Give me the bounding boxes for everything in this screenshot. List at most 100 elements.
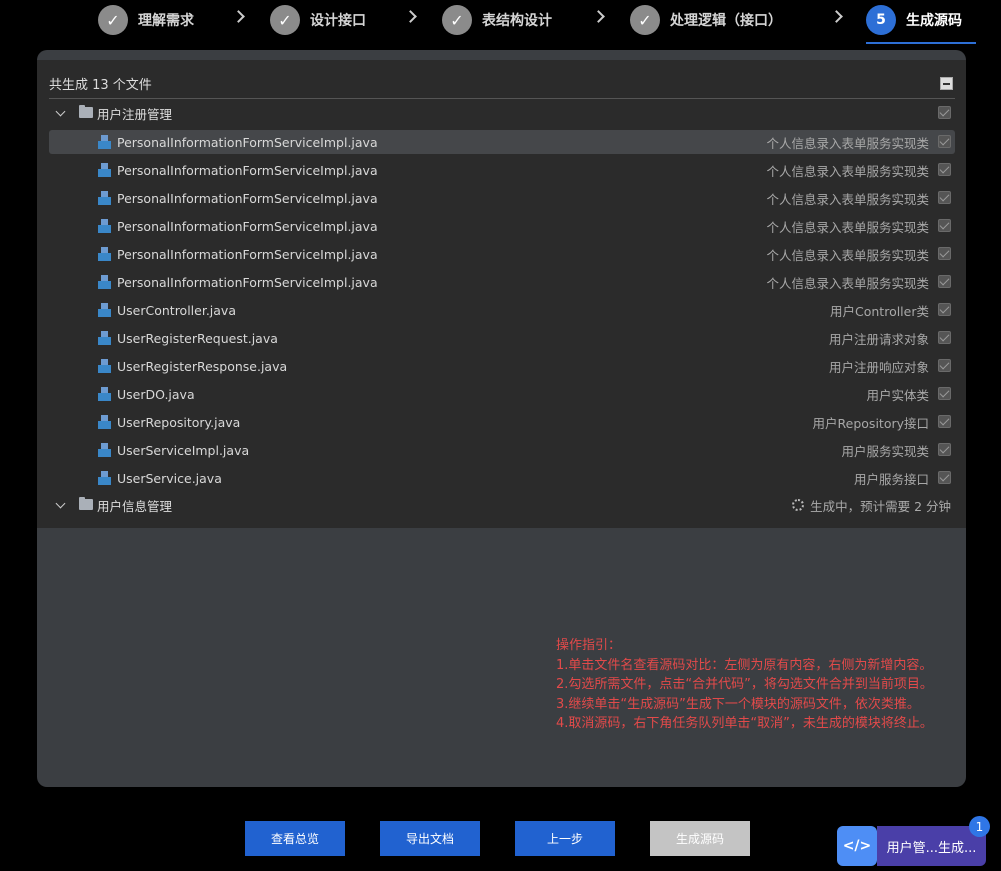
chevron-right-icon [232,10,245,23]
file-name[interactable]: UserController.java [117,303,236,318]
file-checkbox[interactable] [938,359,951,372]
file-name[interactable]: PersonalInformationFormServiceImpl.java [117,163,378,178]
file-name[interactable]: UserRegisterRequest.java [117,331,278,346]
file-row[interactable]: PersonalInformationFormServiceImpl.java … [49,158,955,182]
group-row-user-registration[interactable]: 用户注册管理 [49,101,955,125]
file-description: 用户注册响应对象 [828,359,929,375]
chevron-down-icon[interactable] [55,106,66,117]
file-checkbox[interactable] [938,219,951,232]
file-description: 个人信息录入表单服务实现类 [766,191,929,207]
check-icon: ✓ [98,5,128,35]
task-queue-widget[interactable]: </> 用户管...生成... 1 [837,816,990,866]
file-row[interactable]: UserService.java 用户服务接口 [49,466,955,490]
code-icon[interactable]: </> [837,826,877,866]
file-checkbox[interactable] [938,275,951,288]
java-file-icon [98,163,111,177]
java-file-icon [98,387,111,401]
file-checkbox[interactable] [938,247,951,260]
group-checkbox[interactable] [938,106,951,119]
check-icon: ✓ [270,5,300,35]
file-row[interactable]: UserRegisterResponse.java 用户注册响应对象 [49,354,955,378]
file-name[interactable]: PersonalInformationFormServiceImpl.java [117,247,378,262]
folder-icon [79,497,93,510]
generate-source-button[interactable]: 生成源码 [650,821,750,856]
file-name[interactable]: PersonalInformationFormServiceImpl.java [117,191,378,206]
java-file-icon [98,471,111,485]
status-text: 生成中，预计需要 2 分钟 [810,498,951,514]
folder-icon [79,105,93,118]
group-row-user-info[interactable]: 用户信息管理 生成中，预计需要 2 分钟 [49,493,955,517]
file-checkbox[interactable] [938,415,951,428]
step-table-design[interactable]: ✓ 表结构设计 [442,5,552,35]
file-checkbox[interactable] [938,387,951,400]
step-label: 表结构设计 [482,13,552,29]
file-description: 用户Controller类 [830,303,929,319]
file-checkbox[interactable] [938,163,951,176]
check-icon: ✓ [630,5,660,35]
collapse-all-button[interactable] [940,77,953,90]
file-checkbox[interactable] [938,471,951,484]
file-name[interactable]: UserRepository.java [117,415,240,430]
java-file-icon [98,275,111,289]
operation-guide: 操作指引： 1.单击文件名查看源码对比：左侧为原有内容，右侧为新增内容。 2.勾… [556,636,933,734]
step-label: 生成源码 [906,13,962,29]
file-row[interactable]: UserRepository.java 用户Repository接口 [49,410,955,434]
file-checkbox[interactable] [938,443,951,456]
file-row[interactable]: PersonalInformationFormServiceImpl.java … [49,130,955,154]
file-row[interactable]: UserDO.java 用户实体类 [49,382,955,406]
file-checkbox[interactable] [938,191,951,204]
step-label: 设计接口 [310,13,366,29]
previous-step-button[interactable]: 上一步 [515,821,615,856]
file-description: 个人信息录入表单服务实现类 [766,275,929,291]
group-name: 用户信息管理 [97,498,173,514]
active-step-indicator [866,42,976,44]
file-row[interactable]: UserController.java 用户Controller类 [49,298,955,322]
guide-line: 2.勾选所需文件，点击“合并代码”，将勾选文件合并到当前项目。 [556,677,933,692]
file-row[interactable]: PersonalInformationFormServiceImpl.java … [49,186,955,210]
check-icon: ✓ [442,5,472,35]
step-generate-source[interactable]: 5 生成源码 [866,5,962,35]
file-row[interactable]: UserRegisterRequest.java 用户注册请求对象 [49,326,955,350]
file-row[interactable]: PersonalInformationFormServiceImpl.java … [49,214,955,238]
group-name: 用户注册管理 [97,106,173,122]
java-file-icon [98,247,111,261]
file-description: 用户服务实现类 [841,443,929,459]
stepper: ✓ 理解需求 ✓ 设计接口 ✓ 表结构设计 ✓ 处理逻辑（接口） 5 生成源码 [0,0,1001,44]
step-design-interface[interactable]: ✓ 设计接口 [270,5,366,35]
file-description: 用户注册请求对象 [828,331,929,347]
file-count-summary: 共生成 13 个文件 [49,78,152,93]
loading-spinner-icon [792,499,805,511]
file-checkbox[interactable] [938,303,951,316]
file-name[interactable]: UserServiceImpl.java [117,443,249,458]
chevron-down-icon[interactable] [55,498,66,509]
file-name[interactable]: PersonalInformationFormServiceImpl.java [117,135,378,150]
file-name[interactable]: UserDO.java [117,387,195,402]
file-description: 用户服务接口 [853,471,929,487]
file-name[interactable]: PersonalInformationFormServiceImpl.java [117,219,378,234]
file-name[interactable]: PersonalInformationFormServiceImpl.java [117,275,378,290]
view-overview-button[interactable]: 查看总览 [245,821,345,856]
java-file-icon [98,331,111,345]
guide-line: 1.单击文件名查看源码对比：左侧为原有内容，右侧为新增内容。 [556,657,933,673]
file-checkbox[interactable] [938,331,951,344]
file-checkbox[interactable] [938,135,951,148]
java-file-icon [98,359,111,373]
java-file-icon [98,443,111,457]
guide-line: 3.继续单击“生成源码”生成下一个模块的源码文件，依次类推。 [556,696,920,712]
file-description: 个人信息录入表单服务实现类 [766,163,929,179]
export-document-button[interactable]: 导出文档 [380,821,480,856]
step-processing-logic[interactable]: ✓ 处理逻辑（接口） [630,5,782,35]
step-label: 处理逻辑（接口） [670,13,782,29]
guide-line: 4.取消源码，右下角任务队列单击“取消”，未生成的模块将终止。 [556,716,933,731]
task-count-badge: 1 [969,816,990,837]
step-understand-requirements[interactable]: ✓ 理解需求 [98,5,194,35]
file-name[interactable]: UserService.java [117,471,222,486]
file-description: 用户实体类 [866,387,929,403]
file-description: 用户Repository接口 [812,415,929,431]
file-row[interactable]: PersonalInformationFormServiceImpl.java … [49,270,955,294]
file-row[interactable]: PersonalInformationFormServiceImpl.java … [49,242,955,266]
file-name[interactable]: UserRegisterResponse.java [117,359,287,374]
java-file-icon [98,135,111,149]
chevron-right-icon [592,10,605,23]
file-row[interactable]: UserServiceImpl.java 用户服务实现类 [49,438,955,462]
